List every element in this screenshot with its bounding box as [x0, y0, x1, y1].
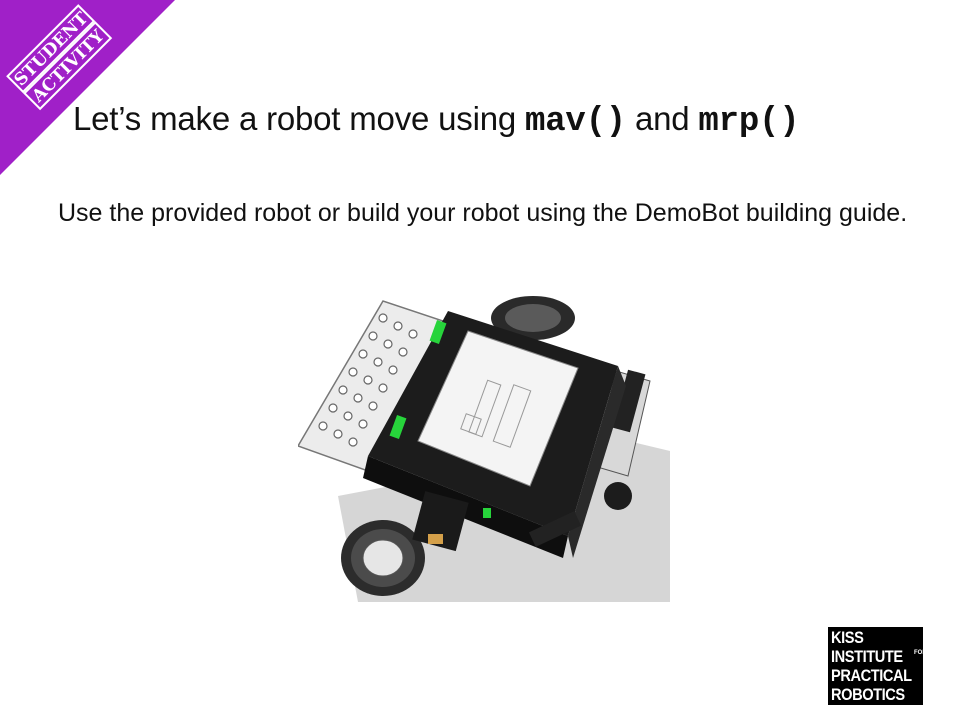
robot-illustration — [298, 296, 670, 602]
body-text: Use the provided robot or build your rob… — [58, 199, 908, 227]
title-code-mav: mav() — [524, 103, 627, 141]
title-middle: and — [626, 100, 699, 137]
slide-title: Let’s make a robot move using mav() and … — [73, 100, 953, 141]
title-prefix: Let’s make a robot move using — [73, 100, 525, 137]
student-activity-badge: STUDENT ACTIVITY — [0, 0, 175, 175]
logo-line-practical: PRACTICAL — [831, 666, 912, 685]
logo-line-kiss: KISS — [831, 628, 864, 647]
title-code-mrp: mrp() — [698, 103, 800, 141]
logo-for: FOR — [914, 650, 927, 656]
logo-line-institute: INSTITUTE — [831, 647, 903, 666]
kiss-institute-logo: KISS INSTITUTE FOR PRACTICAL ROBOTICS — [828, 627, 927, 705]
logo-line-robotics: ROBOTICS — [831, 685, 905, 704]
